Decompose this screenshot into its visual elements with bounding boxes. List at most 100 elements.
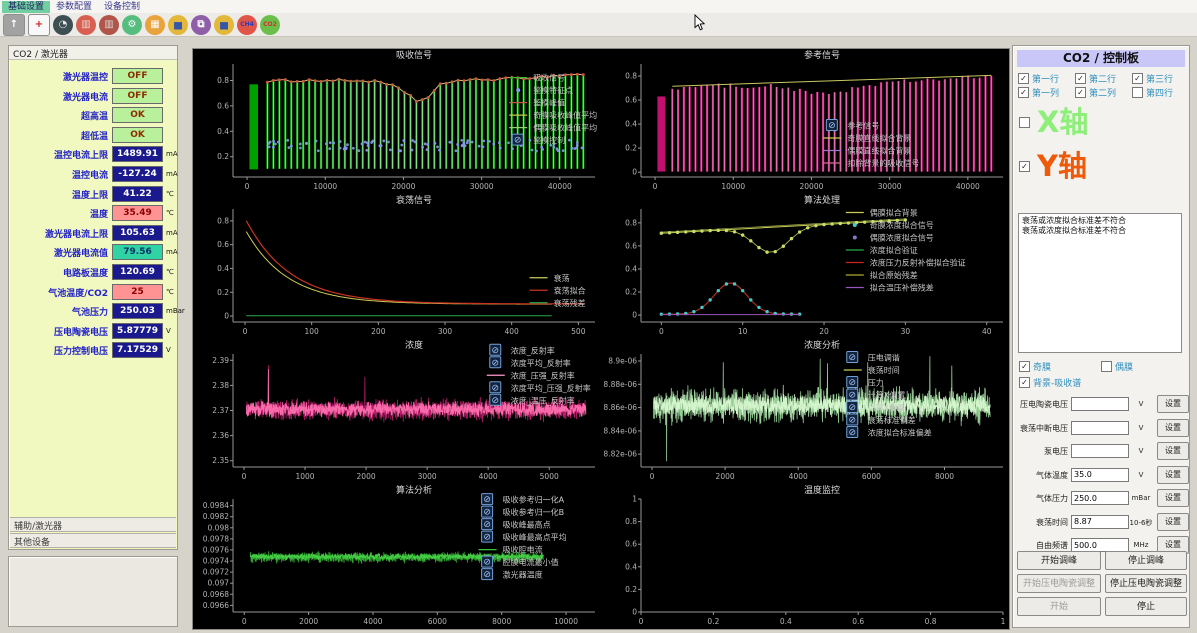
- chart-darkred-button[interactable]: ▥: [99, 15, 119, 35]
- param-value: 25: [112, 284, 163, 300]
- setting-input[interactable]: [1071, 468, 1129, 482]
- setting-input[interactable]: [1071, 491, 1129, 505]
- network-button[interactable]: ⧉: [191, 15, 211, 35]
- svg-text:0.6: 0.6: [217, 101, 229, 110]
- chart-concentration-analysis[interactable]: 浓度分析8.82e-068.84e-068.86e-068.88e-068.9e…: [601, 339, 1009, 484]
- accordion-tab-2[interactable]: 其他设备: [10, 533, 176, 548]
- action-button-4[interactable]: 停止压电陶瓷调整: [1105, 574, 1187, 593]
- svg-text:0.0968: 0.0968: [203, 590, 229, 599]
- plot-visibility-icon[interactable]: ⊘: [847, 352, 858, 364]
- chart-algorithm-analysis[interactable]: 算法分析0.09660.09680.0970.09720.09740.09760…: [193, 484, 601, 629]
- plot-visibility-icon[interactable]: ⊘: [847, 402, 858, 414]
- plot-visibility-icon[interactable]: ⊘: [847, 414, 858, 426]
- setting-input[interactable]: [1071, 515, 1129, 529]
- svg-text:算法处理: 算法处理: [804, 194, 840, 206]
- setting-row: 泵电压V设置: [1013, 442, 1189, 462]
- background-absorption-check-row: ✓ 背景-吸收谱: [1019, 376, 1081, 389]
- grid-checkbox[interactable]: ✓: [1075, 87, 1086, 98]
- svg-text:8000: 8000: [492, 617, 511, 626]
- chart-concentration[interactable]: 浓度2.352.362.372.382.39010002000300040005…: [193, 339, 601, 484]
- plot-visibility-icon[interactable]: ⊘: [482, 519, 493, 531]
- svg-text:0.4: 0.4: [780, 617, 792, 626]
- plot-visibility-icon[interactable]: ⊘: [490, 382, 501, 394]
- param-value: OK: [112, 127, 163, 143]
- grid-checkbox[interactable]: [1132, 87, 1143, 98]
- plot-visibility-icon[interactable]: ⊘: [482, 494, 493, 506]
- setting-input[interactable]: [1071, 421, 1129, 435]
- legend-label: 压力: [868, 378, 884, 388]
- setting-input[interactable]: [1071, 538, 1129, 552]
- plot-visibility-icon[interactable]: ⊘: [826, 120, 837, 132]
- table-button[interactable]: ▦: [145, 15, 165, 35]
- setting-row: 气体压力mBar设置: [1013, 489, 1189, 509]
- svg-text:1000: 1000: [295, 472, 314, 481]
- y-axis-label: Y轴: [1037, 149, 1087, 183]
- set-button[interactable]: 设置: [1157, 489, 1189, 507]
- chart-algorithm-processing[interactable]: 算法处理00.20.40.60.8010203040偶膜拟合背景奇膜浓度拟合信号…: [601, 194, 1009, 339]
- alarm-message-line: 衰荡或浓度拟合标准差不符合: [1022, 226, 1178, 236]
- grid-checkbox[interactable]: ✓: [1132, 73, 1143, 84]
- chart-reference-signal[interactable]: 参考信号00.20.40.60.8010000200003000040000⊘参…: [601, 49, 1009, 194]
- action-button-2[interactable]: 停止调峰: [1105, 551, 1187, 570]
- param-value: 5.87779: [112, 323, 163, 339]
- chart-ringdown-signal[interactable]: 衰荡信号00.20.40.60.80100200300400500衰荡衰荡拟合衰…: [193, 194, 601, 339]
- plot-visibility-icon[interactable]: ⊘: [490, 344, 501, 356]
- set-button[interactable]: 设置: [1157, 419, 1189, 437]
- set-button[interactable]: 设置: [1157, 395, 1189, 413]
- grid-checkbox[interactable]: ✓: [1018, 87, 1029, 98]
- grid-checkbox-label: 第一列: [1032, 86, 1059, 99]
- chart-red-button[interactable]: ▥: [76, 15, 96, 35]
- grid-checkbox[interactable]: ✓: [1018, 73, 1029, 84]
- gears-button[interactable]: ⚙: [122, 15, 142, 35]
- grid-checkbox[interactable]: ✓: [1075, 73, 1086, 84]
- background-absorption-checkbox[interactable]: ✓: [1019, 377, 1030, 388]
- plot-visibility-icon[interactable]: ⊘: [847, 377, 858, 389]
- y-axis-checkbox[interactable]: ✓: [1019, 161, 1030, 172]
- svg-text:2000: 2000: [716, 472, 735, 481]
- svg-text:0.4: 0.4: [217, 127, 229, 136]
- plot-visibility-icon[interactable]: ⊘: [490, 394, 501, 406]
- action-button-1[interactable]: 开始调峰: [1017, 551, 1101, 570]
- set-button[interactable]: 设置: [1157, 513, 1189, 531]
- line-marker-button[interactable]: +: [28, 14, 50, 36]
- menu-item-1[interactable]: 基础设置: [2, 1, 50, 13]
- bars-yellow-button[interactable]: ▅: [168, 15, 188, 35]
- svg-text:3000: 3000: [418, 472, 437, 481]
- gauge-button[interactable]: ◔: [53, 15, 73, 35]
- mode-checkbox[interactable]: ✓: [1019, 361, 1030, 372]
- laser-param-row: 超高温OK: [9, 107, 177, 125]
- accordion-tab-1[interactable]: 辅助/激光器: [10, 517, 176, 532]
- plot-visibility-icon[interactable]: ⊘: [482, 531, 493, 543]
- x-axis-checkbox[interactable]: [1019, 117, 1030, 128]
- setting-input[interactable]: [1071, 397, 1129, 411]
- mode-checkbox[interactable]: [1101, 361, 1112, 372]
- svg-text:0.0976: 0.0976: [203, 545, 229, 554]
- action-button-6[interactable]: 停止: [1105, 597, 1187, 616]
- svg-text:20: 20: [819, 327, 829, 336]
- plot-visibility-icon[interactable]: ⊘: [847, 427, 858, 439]
- set-button[interactable]: 设置: [1157, 466, 1189, 484]
- plot-visibility-icon[interactable]: ⊘: [482, 556, 493, 568]
- ch4-button[interactable]: CH4: [237, 15, 257, 35]
- set-button[interactable]: 设置: [1157, 442, 1189, 460]
- svg-text:⊘: ⊘: [483, 558, 491, 568]
- menu-item-3[interactable]: 设备控制: [98, 1, 146, 13]
- alarm-message-box[interactable]: 衰荡或浓度拟合标准差不符合衰荡或浓度拟合标准差不符合: [1018, 213, 1182, 353]
- plot-visibility-icon[interactable]: ⊘: [490, 357, 501, 369]
- svg-text:500: 500: [571, 327, 586, 336]
- laser-status-panel: CO2 / 激光器 激光器温控OFF激光器电流OFF超高温OK超低温OK温控电流…: [8, 45, 178, 550]
- svg-text:5000: 5000: [540, 472, 559, 481]
- plot-visibility-icon[interactable]: ⊘: [482, 569, 493, 581]
- up-arrow-button[interactable]: ↑: [3, 14, 25, 36]
- plot-visibility-icon[interactable]: ⊘: [512, 134, 523, 146]
- co2-button[interactable]: CO2: [260, 15, 280, 35]
- menu-item-2[interactable]: 参数配置: [50, 1, 98, 13]
- svg-text:⊘: ⊘: [483, 495, 491, 505]
- action-button-3: 开始压电陶瓷调整: [1017, 574, 1101, 593]
- chart-absorption-signal[interactable]: 吸收信号0.20.40.60.8010000200003000040000吸收信…: [193, 49, 601, 194]
- plot-visibility-icon[interactable]: ⊘: [482, 506, 493, 517]
- plot-visibility-icon[interactable]: ⊘: [847, 389, 858, 401]
- setting-input[interactable]: [1071, 444, 1129, 458]
- chart-temperature-monitor[interactable]: 温度监控00.20.40.60.8100.20.40.60.81: [601, 484, 1009, 629]
- bars-yellow2-button[interactable]: ▅: [214, 15, 234, 35]
